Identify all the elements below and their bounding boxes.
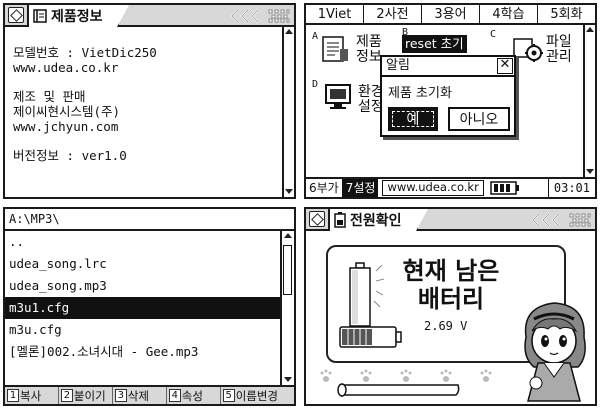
menu-item-label: 제품 [356, 34, 382, 50]
status-bar: 6부가 7설정 www.udea.co.kr 03:01 [306, 177, 595, 197]
grip-icon [569, 213, 591, 227]
menu-item-file-manager[interactable]: 파일 관리 [546, 35, 572, 65]
fn-key-label: 붙이기 [73, 388, 106, 403]
tab-extras[interactable]: 6부가 [306, 179, 343, 197]
vertical-scrollbar[interactable] [280, 231, 294, 385]
menu-screen: 1Viet 2사전 3용어 4학습 5회화 A 제품 정보 B reset 초기… [304, 3, 597, 199]
menu-item-label: 관리 [546, 49, 572, 65]
scroll-down-icon[interactable] [585, 167, 595, 177]
version-info: 버전정보 : ver1.0 [13, 148, 127, 163]
top-tab-bar: 1Viet 2사전 3용어 4학습 5회화 [306, 5, 595, 25]
copy-button[interactable]: 1 복사 [5, 387, 59, 404]
vertical-scrollbar[interactable] [583, 25, 595, 177]
product-info-screen: 제품정보 모델번호 : VietDic250 www.udea.co.kr 제조… [3, 3, 296, 199]
maker-url: www.jchyun.com [13, 119, 119, 134]
fn-key-number: 3 [114, 389, 127, 402]
file-browser-screen: A:\MP3\ .. udea_song.lrc udea_song.mp3 m… [3, 207, 296, 406]
item-letter-c: C [490, 29, 497, 40]
scroll-up-icon[interactable] [585, 25, 595, 35]
dialog-message: 제품 초기화 [388, 86, 452, 101]
function-key-bar: 1 복사 2 붙이기 3 삭제 4 속성 5 이름변경 [5, 385, 294, 404]
diamond-menu-icon[interactable] [8, 7, 24, 23]
item-letter-d: D [312, 79, 319, 90]
tab-study[interactable]: 4학습 [480, 5, 538, 23]
properties-button[interactable]: 4 속성 [167, 387, 221, 404]
fn-key-label: 이름변경 [235, 388, 279, 403]
list-item[interactable]: udea_song.mp3 [5, 275, 280, 297]
fn-key-label: 삭제 [127, 388, 150, 403]
model-number: 모델번호 : VietDic250 [13, 45, 157, 60]
tab-dictionary[interactable]: 2사전 [364, 5, 422, 23]
scroll-thumb[interactable] [283, 245, 292, 295]
fn-key-label: 복사 [20, 388, 42, 403]
battery-message-line2: 배터리 [417, 285, 485, 313]
list-item[interactable]: .. [5, 231, 280, 253]
scroll-up-icon[interactable] [283, 231, 293, 241]
screen-title: 제품정보 [51, 9, 103, 25]
battery-message: 현재 남은 배터리 [396, 257, 506, 313]
fn-key-number: 2 [60, 389, 73, 402]
menu-item-label: 정보 [356, 49, 382, 65]
menu-item-product-info[interactable]: 제품 정보 [356, 35, 382, 65]
scroll-down-icon[interactable] [284, 187, 294, 197]
list-item[interactable]: udea_song.lrc [5, 253, 280, 275]
model-url: www.udea.co.kr [13, 60, 119, 75]
fn-key-label: 속성 [181, 388, 203, 403]
yes-button[interactable]: 예 [388, 107, 438, 131]
current-path: A:\MP3\ [5, 209, 294, 231]
dialog-title: 알림 [386, 58, 410, 73]
tab-conversation[interactable]: 5회화 [538, 5, 595, 23]
rolled-paper-icon [337, 383, 460, 397]
scroll-down-icon[interactable] [283, 375, 293, 385]
list-item-selected[interactable]: m3u1.cfg [5, 297, 280, 319]
mascot-girl-icon [524, 302, 586, 402]
menu-item-reset[interactable]: reset 초기 [402, 35, 467, 53]
menu-item-label: 파일 [546, 34, 572, 50]
fn-key-number: 4 [168, 389, 181, 402]
tab-settings[interactable]: 7설정 [342, 179, 379, 197]
product-info-text: 모델번호 : VietDic250 www.udea.co.kr 제조 및 판매… [13, 45, 157, 177]
diamond-menu-icon[interactable] [309, 211, 325, 227]
list-item[interactable]: m3u.cfg [5, 319, 280, 341]
document-icon [322, 36, 348, 62]
file-list: .. udea_song.lrc udea_song.mp3 m3u1.cfg … [5, 231, 280, 363]
tab-terms[interactable]: 3용어 [422, 5, 480, 23]
clock: 03:01 [547, 179, 595, 197]
battery-voltage: 2.69 V [424, 319, 468, 333]
item-letter-a: A [312, 31, 319, 42]
battery-message-line1: 현재 남은 [402, 257, 500, 285]
website-label: www.udea.co.kr [382, 180, 484, 196]
vertical-scrollbar[interactable] [282, 27, 294, 197]
power-check-screen: 전원확인 현재 남은 배터리 2.69 V [304, 207, 597, 406]
grip-icon [268, 9, 290, 23]
no-button[interactable]: 아니오 [448, 107, 510, 131]
scroll-up-icon[interactable] [284, 27, 294, 37]
title-tab: 제품정보 [27, 5, 129, 27]
title-bar: 전원확인 [306, 209, 595, 231]
title-tab: 전원확인 [328, 209, 428, 231]
paste-button[interactable]: 2 붙이기 [59, 387, 113, 404]
alert-dialog: 알림 ✕ 제품 초기화 예 아니오 [380, 55, 516, 137]
tab-viet[interactable]: 1Viet [306, 5, 364, 23]
maker-heading: 제조 및 판매 [13, 89, 86, 104]
arrows-icon [230, 9, 259, 23]
fn-key-number: 1 [7, 389, 19, 402]
fn-key-number: 5 [222, 389, 235, 402]
battery-icon [334, 212, 346, 228]
list-item[interactable]: [멜론]002.소녀시대 - Gee.mp3 [5, 341, 280, 363]
monitor-icon [325, 84, 351, 109]
maker-name: 제이씨현시스템(주) [13, 104, 121, 119]
dialog-title-bar: 알림 ✕ [382, 57, 514, 77]
rename-button[interactable]: 5 이름변경 [221, 387, 294, 404]
close-icon[interactable]: ✕ [497, 58, 513, 74]
delete-button[interactable]: 3 삭제 [113, 387, 167, 404]
title-bar: 제품정보 [5, 5, 294, 27]
battery-icon [490, 181, 519, 195]
file-gear-icon [513, 38, 543, 62]
book-icon [33, 9, 47, 23]
screen-title: 전원확인 [350, 213, 402, 229]
arrows-icon [531, 213, 560, 227]
